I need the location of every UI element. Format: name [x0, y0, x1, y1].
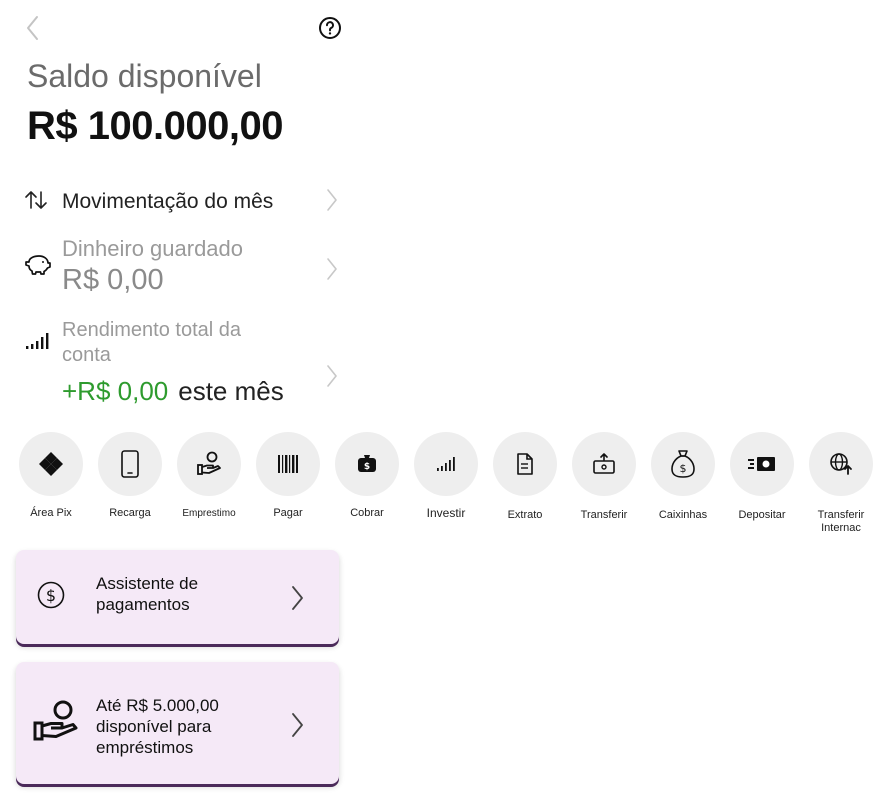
monthly-movement-row[interactable]: Movimentação do mês [20, 180, 342, 220]
action-circle [730, 432, 794, 496]
chevron-left-icon [27, 16, 38, 40]
account-yield-value: +R$ 0,00 [62, 376, 169, 406]
action-pagar[interactable]: Pagar [255, 432, 321, 520]
action-circle [809, 432, 873, 496]
account-yield-label: Rendimento total da conta [62, 319, 242, 366]
dollar-circle-icon: $ [37, 581, 65, 609]
globe-icon [830, 453, 852, 475]
action-label: Transferir Internac [817, 509, 865, 534]
back-button[interactable] [20, 14, 44, 42]
action-caixinhas[interactable]: $ Caixinhas [650, 432, 716, 522]
chevron-right-icon [292, 713, 303, 737]
svg-text:$: $ [364, 462, 370, 472]
payments-assistant-card[interactable]: $ Assistente de pagamentos [16, 550, 339, 644]
action-circle [177, 432, 241, 496]
piggy-bank-icon [25, 255, 51, 275]
action-investir[interactable]: Investir [413, 432, 479, 520]
quick-actions: Área Pix Recarga Emprestimo Pagar $ Cobr… [18, 432, 876, 542]
signal-bars-icon [26, 333, 49, 349]
svg-text:$: $ [680, 462, 687, 475]
action-recarga[interactable]: Recarga [97, 432, 163, 520]
action-circle [572, 432, 636, 496]
barcode-icon [278, 455, 298, 473]
phone-icon [121, 450, 139, 478]
account-yield-period: este mês [178, 376, 284, 406]
account-yield-value-line: +R$ 0,00 este mês [62, 376, 284, 407]
action-extrato[interactable]: Extrato [492, 432, 558, 522]
action-transferir[interactable]: Transferir [571, 432, 637, 522]
chevron-right-icon [327, 189, 337, 211]
action-label: Emprestimo [182, 508, 236, 519]
action-label: Extrato [507, 509, 543, 521]
hand-person-icon [197, 451, 221, 475]
arrows-up-down-icon [25, 191, 47, 209]
saved-money-label: Dinheiro guardado [62, 236, 244, 261]
svg-text:$: $ [46, 586, 56, 605]
transfer-icon [593, 453, 615, 474]
action-emprestimo[interactable]: Emprestimo [176, 432, 242, 520]
balance-label: Saldo disponível [27, 58, 262, 94]
pix-icon [39, 452, 63, 476]
action-label: Depositar [738, 509, 786, 521]
document-icon [517, 453, 533, 475]
chevron-right-icon [327, 258, 337, 280]
help-button[interactable] [318, 16, 342, 40]
monthly-movement-label: Movimentação do mês [62, 190, 274, 213]
action-label: Cobrar [350, 507, 384, 519]
saved-money-row[interactable]: Dinheiro guardado R$ 0,00 [20, 233, 342, 297]
chevron-right-icon [292, 586, 303, 610]
action-transferir-internacional[interactable]: Transferir Internac [808, 432, 874, 535]
action-label: Investir [426, 506, 466, 520]
chevron-right-icon [327, 365, 337, 387]
action-circle: $ [651, 432, 715, 496]
action-circle [414, 432, 478, 496]
action-depositar[interactable]: Depositar [729, 432, 795, 522]
action-circle [493, 432, 557, 496]
payments-assistant-text: Assistente de pagamentos [96, 574, 199, 614]
action-circle [19, 432, 83, 496]
action-area-pix[interactable]: Área Pix [18, 432, 84, 520]
cash-deposit-icon [748, 457, 775, 471]
saved-money-value: R$ 0,00 [62, 264, 164, 296]
signal-bars-icon [437, 457, 455, 471]
hand-person-icon [33, 700, 78, 741]
money-sack-icon: $ [671, 450, 695, 478]
account-yield-row[interactable]: Rendimento total da conta +R$ 0,00 este m… [20, 316, 342, 408]
action-circle: $ [335, 432, 399, 496]
action-circle [98, 432, 162, 496]
loan-offer-text: Até R$ 5.000,00 disponível para emprésti… [96, 696, 219, 757]
question-circle-icon [319, 17, 341, 39]
balance-value: R$ 100.000,00 [27, 104, 283, 148]
action-label: Pagar [273, 507, 303, 519]
action-label: Transferir [580, 509, 628, 521]
action-label: Recarga [109, 507, 151, 519]
action-label: Área Pix [30, 507, 72, 519]
money-bag-icon: $ [358, 455, 376, 472]
action-circle [256, 432, 320, 496]
action-cobrar[interactable]: $ Cobrar [334, 432, 400, 520]
loan-offer-card[interactable]: Até R$ 5.000,00 disponível para emprésti… [16, 662, 339, 784]
action-label: Caixinhas [658, 509, 708, 521]
